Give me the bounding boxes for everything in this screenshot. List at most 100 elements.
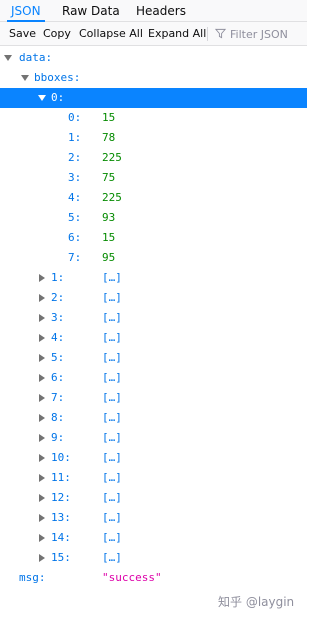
tree-row-collapsed[interactable]: 2: […] xyxy=(0,288,307,308)
tree-row-data[interactable]: data: xyxy=(0,48,307,68)
tree-row-value[interactable]: 6: 15 xyxy=(0,228,307,248)
tree-key: 13: xyxy=(51,511,71,524)
expand-arrow-icon[interactable] xyxy=(39,454,45,462)
tree-row-value[interactable]: 3: 75 xyxy=(0,168,307,188)
tree-row-collapsed[interactable]: 11: […] xyxy=(0,468,307,488)
tree-value: […] xyxy=(102,411,122,424)
tree-row-collapsed[interactable]: 1: […] xyxy=(0,268,307,288)
tab-raw-data[interactable]: Raw Data xyxy=(62,0,120,22)
expand-arrow-icon[interactable] xyxy=(39,294,45,302)
filter-icon xyxy=(215,28,226,39)
tree-value: […] xyxy=(102,491,122,504)
tree-key: 15: xyxy=(51,551,71,564)
tree-row-value[interactable]: 0: 15 xyxy=(0,108,307,128)
expand-arrow-icon[interactable] xyxy=(39,374,45,382)
tree-value: […] xyxy=(102,431,122,444)
tree-value: 225 xyxy=(102,151,122,164)
expand-arrow-icon[interactable] xyxy=(39,314,45,322)
expand-arrow-icon[interactable] xyxy=(39,394,45,402)
collapse-all-button[interactable]: Collapse All xyxy=(79,22,143,46)
tree-row-collapsed[interactable]: 15: […] xyxy=(0,548,307,568)
expand-arrow-icon[interactable] xyxy=(39,534,45,542)
tree-key: msg: xyxy=(19,571,46,584)
tree-key: 2: xyxy=(68,151,82,164)
tree-value: […] xyxy=(102,331,122,344)
tree-key: 10: xyxy=(51,451,71,464)
watermark: 知乎 @laygin xyxy=(218,595,295,609)
tree-value: […] xyxy=(102,451,122,464)
tree-value: 95 xyxy=(102,251,116,264)
filter-input[interactable] xyxy=(230,24,305,44)
tree-key: 6: xyxy=(68,231,82,244)
tree-key: 8: xyxy=(51,411,65,424)
expand-arrow-icon[interactable] xyxy=(39,494,45,502)
expand-arrow-icon[interactable] xyxy=(39,554,45,562)
expand-arrow-icon[interactable] xyxy=(39,434,45,442)
tree-row-collapsed[interactable]: 4: […] xyxy=(0,328,307,348)
tree-value: […] xyxy=(102,511,122,524)
expand-arrow-icon[interactable] xyxy=(4,55,12,61)
expand-arrow-icon[interactable] xyxy=(39,474,45,482)
tree-row-value[interactable]: 2: 225 xyxy=(0,148,307,168)
tree-row-bboxes[interactable]: bboxes: xyxy=(0,68,307,88)
tree-row-collapsed[interactable]: 9: […] xyxy=(0,428,307,448)
tree-row-collapsed[interactable]: 7: […] xyxy=(0,388,307,408)
tree-value: 93 xyxy=(102,211,116,224)
filter-box xyxy=(212,24,305,44)
tree-row-collapsed[interactable]: 3: […] xyxy=(0,308,307,328)
copy-button[interactable]: Copy xyxy=(43,22,71,46)
tree-key: 0: xyxy=(51,91,65,104)
toolbar-divider xyxy=(207,27,208,41)
tree-row-collapsed[interactable]: 13: […] xyxy=(0,508,307,528)
tree-key: 9: xyxy=(51,431,65,444)
tree-value: […] xyxy=(102,551,122,564)
tree-row-collapsed[interactable]: 10: […] xyxy=(0,448,307,468)
tree-key: 7: xyxy=(68,251,82,264)
expand-arrow-icon[interactable] xyxy=(39,354,45,362)
tree-row-value[interactable]: 1: 78 xyxy=(0,128,307,148)
tree-value: "success" xyxy=(102,571,162,584)
tree-value: […] xyxy=(102,271,122,284)
tree-row-collapsed[interactable]: 6: […] xyxy=(0,368,307,388)
save-button[interactable]: Save xyxy=(9,22,36,46)
tree-value: […] xyxy=(102,531,122,544)
tree-row-collapsed[interactable]: 14: […] xyxy=(0,528,307,548)
tree-key: 12: xyxy=(51,491,71,504)
tab-json[interactable]: JSON xyxy=(7,0,45,22)
tree-key: 2: xyxy=(51,291,65,304)
tree-row-bbox-0-selected[interactable]: 0: xyxy=(0,88,307,108)
tree-key: 3: xyxy=(68,171,82,184)
tree-key: bboxes: xyxy=(34,71,81,84)
tree-key: 4: xyxy=(68,191,82,204)
tree-row-value[interactable]: 5: 93 xyxy=(0,208,307,228)
expand-arrow-icon[interactable] xyxy=(39,514,45,522)
tree-row-collapsed[interactable]: 12: […] xyxy=(0,488,307,508)
expand-arrow-icon[interactable] xyxy=(21,75,29,81)
tree-value: […] xyxy=(102,371,122,384)
tree-row-value[interactable]: 7: 95 xyxy=(0,248,307,268)
tree-row-collapsed[interactable]: 8: […] xyxy=(0,408,307,428)
tree-row-msg[interactable]: msg: "success" xyxy=(0,568,307,588)
tree-value: 225 xyxy=(102,191,122,204)
tree-row-collapsed[interactable]: 5: […] xyxy=(0,348,307,368)
expand-all-button[interactable]: Expand All xyxy=(148,22,206,46)
tree-key: 11: xyxy=(51,471,71,484)
tree-value: 78 xyxy=(102,131,116,144)
expand-arrow-icon[interactable] xyxy=(39,274,45,282)
tab-headers[interactable]: Headers xyxy=(136,0,186,22)
tree-value: […] xyxy=(102,391,122,404)
tree-key: 6: xyxy=(51,371,65,384)
tree-value: […] xyxy=(102,311,122,324)
tree-value: 15 xyxy=(102,231,116,244)
expand-arrow-icon[interactable] xyxy=(38,95,46,101)
tree-key: 7: xyxy=(51,391,65,404)
expand-arrow-icon[interactable] xyxy=(39,414,45,422)
tree-key: 3: xyxy=(51,311,65,324)
tree-key: data: xyxy=(19,51,53,64)
expand-arrow-icon[interactable] xyxy=(39,334,45,342)
tree-value: 75 xyxy=(102,171,116,184)
tree-row-value[interactable]: 4: 225 xyxy=(0,188,307,208)
tree-value: 15 xyxy=(102,111,116,124)
tree-key: 0: xyxy=(68,111,82,124)
tree-key: 4: xyxy=(51,331,65,344)
